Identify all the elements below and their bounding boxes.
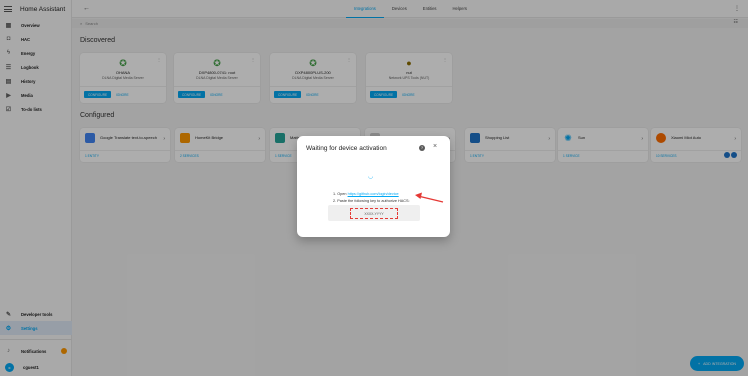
step-1: 1. Open https://github.com/login/device (333, 192, 399, 196)
step-2: 2. Paste the following key to authorize … (333, 198, 410, 203)
close-icon[interactable]: × (433, 143, 437, 150)
spinner-icon: ◡ (368, 174, 374, 180)
github-device-link[interactable]: https://github.com/login/device (348, 192, 399, 196)
annotation-arrow (415, 192, 444, 203)
device-code[interactable]: XXXX-YYYY (350, 208, 398, 219)
activation-steps: 1. Open https://github.com/login/device … (333, 191, 410, 204)
dialog-title: Waiting for device activation (306, 145, 387, 152)
activation-dialog: Waiting for device activation ? × ◡ 1. O… (297, 136, 450, 237)
help-icon[interactable]: ? (419, 145, 425, 151)
